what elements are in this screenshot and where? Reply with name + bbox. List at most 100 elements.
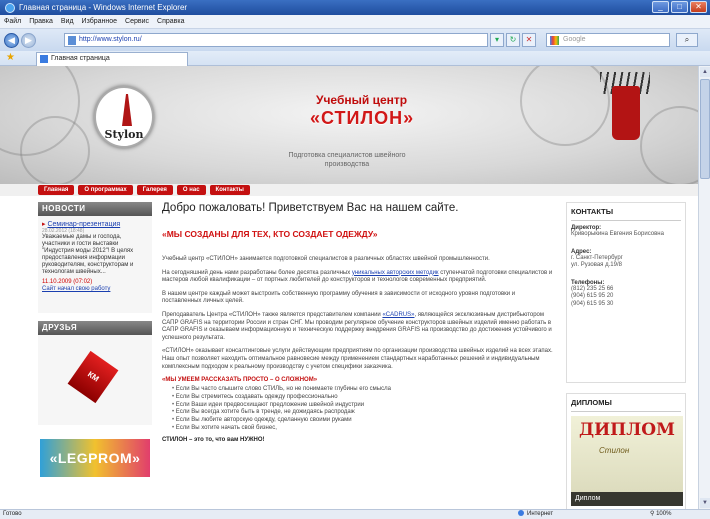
- menu-help[interactable]: Справка: [157, 18, 184, 25]
- page-icon: [68, 36, 76, 45]
- list-item: Если Ваши идеи предвосхищают предложение…: [172, 402, 554, 410]
- site-tagline: Подготовка специалистов швейного произво…: [288, 152, 406, 168]
- google-icon: [550, 36, 559, 45]
- diploma-image-script: Стилон: [599, 446, 630, 455]
- pencil-cup-image: [612, 86, 640, 140]
- list-item: Если Вы хотите начать свой бизнес,: [172, 425, 554, 433]
- list-item: Если Вы стремитесь создавать одежду проф…: [172, 394, 554, 402]
- ornament-swirl: [520, 66, 610, 146]
- menu-tools[interactable]: Сервис: [125, 18, 149, 25]
- ornament-swirl: [640, 106, 698, 184]
- tab-bar: ★ Главная страница: [0, 51, 710, 66]
- favorites-star-icon[interactable]: ★: [6, 52, 15, 63]
- menu-file[interactable]: Файл: [4, 18, 21, 25]
- scroll-thumb[interactable]: [700, 79, 710, 179]
- site-logo[interactable]: Stylon: [94, 86, 154, 148]
- list-item: Если Вы часто слышите слово СТИЛЬ, но не…: [172, 386, 554, 394]
- page-viewport: Stylon Учебный центр «СТИЛОН» Подготовка…: [0, 66, 698, 509]
- diplomas-title: ДИПЛОМЫ: [571, 398, 681, 412]
- zone-label: Интернет: [527, 511, 554, 517]
- page-title: Добро пожаловать! Приветствуем Вас на на…: [162, 202, 459, 214]
- window-controls: _ □ ✕: [652, 1, 707, 13]
- phone-2: (904) 615 95 20: [571, 293, 614, 299]
- compat-view-button[interactable]: ▾: [490, 33, 504, 47]
- site-nav: Главная О программах Галерея О нас Конта…: [0, 184, 698, 196]
- window-titlebar: Главная страница - Windows Internet Expl…: [0, 0, 710, 15]
- ornament-swirl: [20, 116, 90, 184]
- cadrus-link[interactable]: «CADRUS»: [382, 312, 414, 318]
- list-item: Если Вы всегда хотите быть в тренде, не …: [172, 409, 554, 417]
- address-toolbar: ◀ ▶ http://www.stylon.ru/ ▾ ↻ ✕ Google ⌕: [0, 29, 710, 51]
- paragraph-2: На сегодняшний день нами разработаны бол…: [162, 269, 553, 284]
- friend-logo-1: КМ: [67, 350, 119, 404]
- maximize-button[interactable]: □: [671, 1, 688, 13]
- search-field[interactable]: Google: [546, 33, 670, 47]
- search-placeholder: Google: [563, 36, 586, 43]
- friend-banner-2[interactable]: «LEGPROM»: [38, 425, 152, 495]
- director-name: Криворыкина Евгения Борисовна: [571, 231, 664, 237]
- address-field[interactable]: http://www.stylon.ru/: [64, 33, 488, 47]
- ie-logo-icon: [5, 2, 15, 13]
- menu-bar: Файл Правка Вид Избранное Сервис Справка: [0, 15, 710, 29]
- status-text: Готово: [3, 511, 22, 517]
- phone-1: (812) 235 25 66: [571, 285, 614, 292]
- close-button[interactable]: ✕: [690, 1, 707, 13]
- main-content: Добро пожаловать! Приветствуем Вас на на…: [162, 202, 554, 509]
- benefits-list: Если Вы часто слышите слово СТИЛЬ, но не…: [162, 386, 554, 432]
- methods-link[interactable]: уникальных авторских методик: [352, 270, 439, 276]
- status-bar: Готово Интернет ⚲ 100%: [0, 509, 710, 519]
- nav-gallery[interactable]: Галерея: [136, 185, 173, 195]
- news-title: НОВОСТИ: [38, 202, 152, 216]
- diploma-image[interactable]: ДИПЛОМ Стилон Диплом: [571, 416, 683, 506]
- paragraph-5: «СТИЛОН» оказывает консалтинговые услуги…: [162, 348, 553, 370]
- zoom-control[interactable]: ⚲ 100%: [650, 510, 671, 519]
- logo-text: Stylon: [104, 128, 144, 141]
- menu-view[interactable]: Вид: [61, 18, 74, 25]
- scroll-up-icon[interactable]: ▲: [700, 67, 710, 77]
- refresh-button[interactable]: ↻: [506, 33, 520, 47]
- vertical-scrollbar[interactable]: ▲ ▼: [698, 66, 710, 509]
- news-item2-link[interactable]: Сайт начал свою работу: [42, 286, 110, 292]
- logo-figure-icon: [122, 94, 132, 126]
- tab-home[interactable]: Главная страница: [36, 52, 188, 66]
- stop-button[interactable]: ✕: [522, 33, 536, 47]
- address-url: http://www.stylon.ru/: [79, 36, 142, 43]
- news-item-text: Уважаемые дамы и господа, участники и го…: [42, 234, 134, 275]
- tab-title: Главная страница: [51, 55, 110, 62]
- right-column: КОНТАКТЫ Директор: Криворыкина Евгения Б…: [566, 202, 686, 509]
- scroll-down-icon[interactable]: ▼: [700, 498, 710, 508]
- list-item: Если Вы любите авторскую одежду, сделанн…: [172, 417, 554, 425]
- nav-home[interactable]: Главная: [38, 185, 75, 195]
- contacts-spacer: [571, 308, 681, 376]
- nav-contacts[interactable]: Контакты: [209, 185, 250, 195]
- paragraph-4: Преподаватель Центра «СТИЛОН» также явля…: [162, 311, 552, 341]
- site-brand: «СТИЛОН»: [310, 108, 415, 128]
- contacts-title: КОНТАКТЫ: [571, 207, 681, 221]
- internet-zone: Интернет: [518, 510, 553, 519]
- address-line-2: ул. Рузовая д.19/8: [571, 262, 622, 268]
- news-box: ▸ Семинар-презентация 28.02.2012 (18:48)…: [38, 216, 152, 313]
- closing-line: СТИЛОН – это то, что вам НУЖНО!: [162, 437, 265, 444]
- nav-about[interactable]: О нас: [176, 185, 206, 195]
- paragraph-1: Учебный центр «СТИЛОН» занимается подгот…: [162, 256, 490, 262]
- friend-banner-1[interactable]: КМ: [38, 335, 152, 425]
- menu-favorites[interactable]: Избранное: [82, 18, 117, 25]
- diploma-image-text: ДИПЛОМ: [579, 420, 675, 440]
- diplomas-box: ДИПЛОМЫ ДИПЛОМ Стилон Диплом: [566, 393, 686, 509]
- news-item2-date: 11.10.2009 (07:02): [42, 279, 93, 285]
- minimize-button[interactable]: _: [652, 1, 669, 13]
- phone-3: (904) 615 95 30: [571, 300, 614, 307]
- search-button[interactable]: ⌕: [676, 33, 698, 47]
- left-column: НОВОСТИ ▸ Семинар-презентация 28.02.2012…: [38, 202, 152, 509]
- nav-programs[interactable]: О программах: [78, 185, 133, 195]
- news-item-link[interactable]: Семинар-презентация: [47, 221, 120, 228]
- back-button[interactable]: ◀: [4, 32, 19, 48]
- slogan: «МЫ СОЗДАНЫ ДЛЯ ТЕХ, КТО СОЗДАЕТ ОДЕЖДУ»: [162, 229, 378, 239]
- forward-button[interactable]: ▶: [21, 32, 36, 48]
- site-subtitle: Учебный центр: [316, 93, 408, 107]
- address-line-1: г. Санкт-Петербург: [571, 254, 623, 261]
- window-title: Главная страница - Windows Internet Expl…: [19, 3, 188, 12]
- menu-edit[interactable]: Правка: [29, 18, 53, 25]
- paragraph-3: В нашем центре каждый может выстроить со…: [162, 290, 516, 305]
- globe-icon: [518, 510, 524, 517]
